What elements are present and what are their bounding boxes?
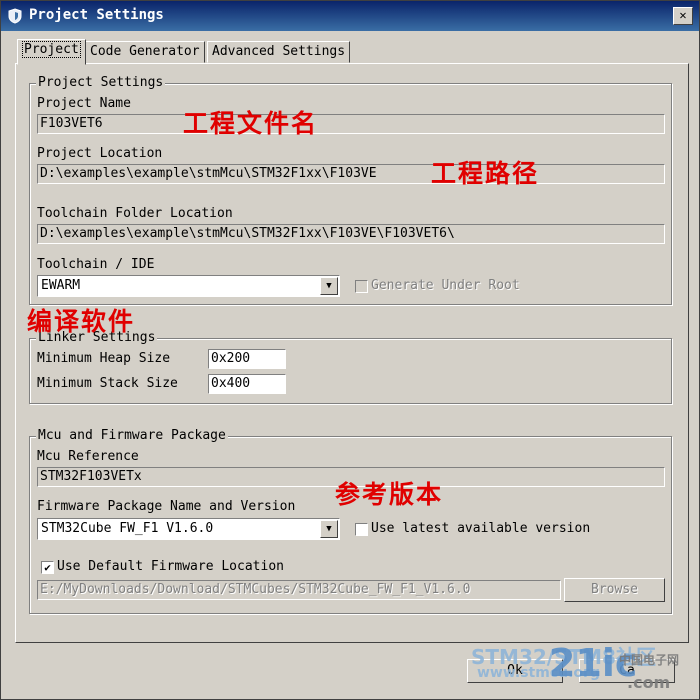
- window-title: Project Settings: [29, 7, 164, 23]
- watermark-brand-sub: 中国电子网: [619, 653, 680, 667]
- chevron-down-icon[interactable]: ▼: [320, 520, 338, 538]
- firmware-package-label: Firmware Package Name and Version: [37, 499, 296, 514]
- project-settings-legend: Project Settings: [36, 75, 166, 91]
- annotation-project-path: 工程路径: [431, 159, 540, 188]
- project-name-field[interactable]: F103VET6: [37, 114, 665, 134]
- tab-advanced-settings-label: Advanced Settings: [212, 44, 346, 59]
- project-location-field[interactable]: D:\examples\example\stmMcu\STM32F1xx\F10…: [37, 164, 665, 184]
- tab-code-generator[interactable]: Code Generator: [85, 41, 205, 63]
- generate-under-root-label: Generate Under Root: [371, 278, 520, 293]
- mcu-reference-label: Mcu Reference: [37, 449, 139, 464]
- close-button[interactable]: ✕: [673, 7, 693, 25]
- use-latest-version-checkbox[interactable]: [355, 523, 368, 536]
- chevron-down-icon[interactable]: ▼: [320, 277, 338, 295]
- shield-icon: [8, 8, 22, 24]
- linker-settings-group: Linker Settings: [29, 330, 672, 404]
- toolchain-folder-label: Toolchain Folder Location: [37, 206, 233, 221]
- toolchain-ide-label: Toolchain / IDE: [37, 257, 155, 272]
- close-icon: ✕: [679, 8, 687, 22]
- tab-project-label: Project: [22, 41, 81, 58]
- firmware-location-field: E:/MyDownloads/Download/STMCubes/STM32Cu…: [37, 580, 561, 600]
- use-default-location-checkbox[interactable]: ✔: [41, 561, 54, 574]
- tab-project[interactable]: Project: [17, 39, 86, 65]
- annotation-toolchain: 编译软件: [27, 307, 136, 336]
- stack-size-label: Minimum Stack Size: [37, 376, 178, 391]
- title-bar[interactable]: Project Settings ✕: [1, 1, 699, 31]
- annotation-project-name: 工程文件名: [183, 109, 319, 138]
- generate-under-root-checkbox[interactable]: [355, 280, 368, 293]
- toolchain-folder-field: D:\examples\example\stmMcu\STM32F1xx\F10…: [37, 224, 665, 244]
- toolchain-ide-select[interactable]: EWARM ▼: [37, 275, 340, 297]
- project-name-label: Project Name: [37, 96, 131, 111]
- watermark-brand-domain: .com: [627, 673, 671, 692]
- toolchain-ide-value: EWARM: [41, 278, 81, 293]
- project-location-label: Project Location: [37, 146, 163, 161]
- tab-code-generator-label: Code Generator: [90, 44, 200, 59]
- heap-size-label: Minimum Heap Size: [37, 351, 171, 366]
- firmware-package-select[interactable]: STM32Cube FW_F1 V1.6.0 ▼: [37, 518, 340, 540]
- stack-size-input[interactable]: 0x400: [208, 374, 286, 394]
- mcu-firmware-legend: Mcu and Firmware Package: [36, 428, 228, 444]
- tab-advanced-settings[interactable]: Advanced Settings: [207, 41, 351, 63]
- use-default-location-label: Use Default Firmware Location: [57, 559, 284, 574]
- firmware-package-value: STM32Cube FW_F1 V1.6.0: [41, 521, 214, 536]
- heap-size-input[interactable]: 0x200: [208, 349, 286, 369]
- checkmark-icon: ✔: [44, 561, 51, 574]
- annotation-firmware: 参考版本: [335, 480, 444, 509]
- project-settings-window: Project Settings ✕ Project Code Generato…: [0, 0, 700, 700]
- use-latest-version-label: Use latest available version: [371, 521, 591, 536]
- browse-button[interactable]: Browse: [564, 578, 665, 602]
